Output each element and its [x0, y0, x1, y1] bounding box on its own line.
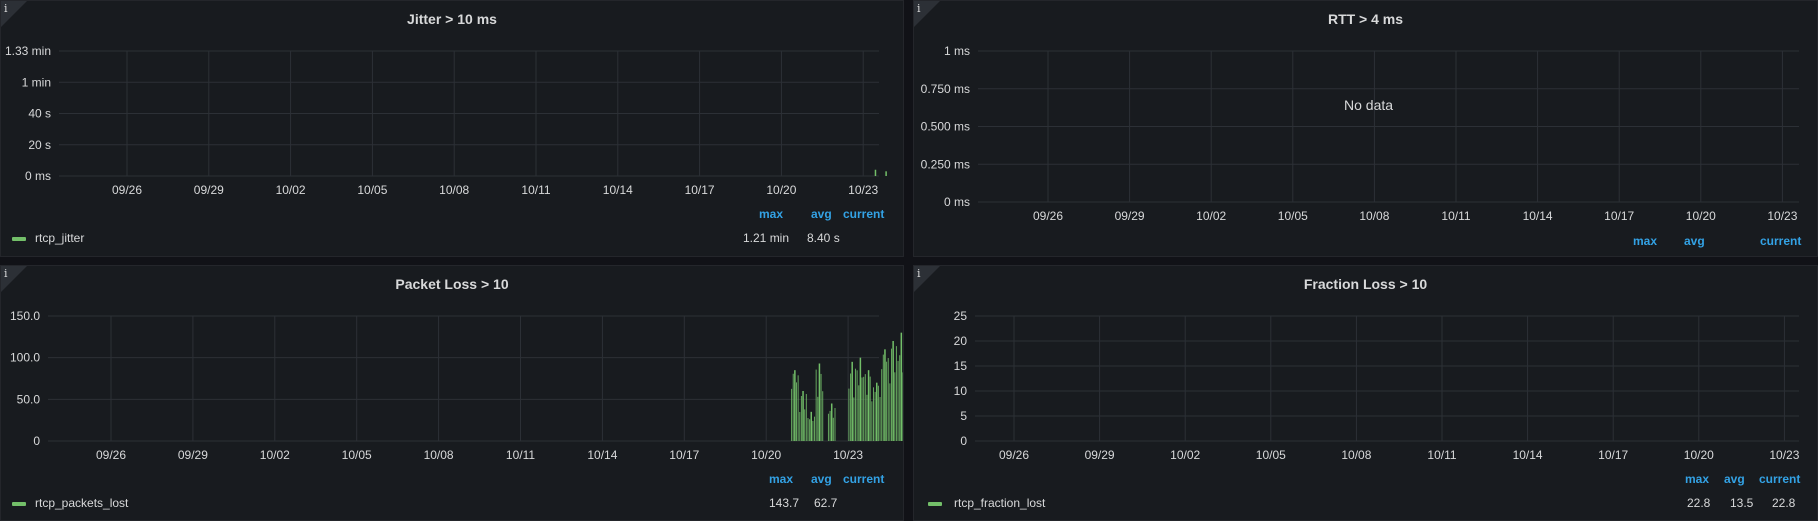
y-tick-label: 15	[954, 359, 968, 373]
x-tick-label: 10/20	[766, 183, 796, 197]
x-tick-label: 10/23	[1767, 209, 1797, 223]
legend-current-header[interactable]: current	[1760, 234, 1801, 248]
y-tick-label: 20 s	[28, 138, 51, 152]
x-tick-label: 09/29	[178, 448, 208, 462]
rtt-chart: 0 ms 0.250 ms 0.500 ms 0.750 ms 1 ms 09/26 09/…	[921, 44, 1799, 223]
legend-avg-header[interactable]: avg	[1724, 472, 1745, 486]
x-tick-label: 10/14	[1523, 209, 1553, 223]
y-tick-label: 1 ms	[944, 44, 970, 58]
x-tick-label: 09/26	[999, 448, 1029, 462]
y-tick-label: 0.250 ms	[921, 157, 970, 171]
x-tick-label: 10/02	[276, 183, 306, 197]
x-tick-label: 10/23	[1769, 448, 1799, 462]
x-tick-label: 10/17	[669, 448, 699, 462]
legend-avg-value: 62.7	[814, 496, 838, 510]
legend-max-value: 1.21 min	[743, 231, 790, 245]
rtt-panel: i RTT > 4 ms 0 ms 0.250 ms 0.500 ms 0.750 m…	[913, 0, 1818, 257]
y-tick-label: 0	[960, 434, 967, 448]
y-tick-label: 20	[954, 334, 968, 348]
x-tick-label: 10/08	[1359, 209, 1389, 223]
legend-avg-value: 8.40 s	[807, 231, 840, 245]
legend-avg-header[interactable]: avg	[811, 472, 832, 486]
x-tick-label: 10/08	[424, 448, 454, 462]
x-tick-label: 10/11	[506, 448, 535, 462]
legend-max-header[interactable]: max	[1685, 472, 1709, 486]
legend-current-value: 22.8	[1772, 496, 1796, 510]
legend-max-value: 22.8	[1687, 496, 1711, 510]
y-tick-label: 1 min	[22, 75, 51, 89]
x-tick-label: 10/23	[848, 183, 878, 197]
packet-loss-panel: i Packet Loss > 10 0 50.0 100.0 150.0 09/26 0…	[0, 265, 904, 521]
x-tick-label: 10/08	[439, 183, 469, 197]
x-tick-label: 10/11	[521, 183, 550, 197]
x-tick-label: 10/14	[603, 183, 633, 197]
series-color-swatch[interactable]	[12, 502, 26, 506]
x-tick-label: 10/17	[1598, 448, 1628, 462]
legend-max-header[interactable]: max	[1633, 234, 1657, 248]
jitter-panel: i Jitter > 10 ms 0 ms 20 s 40 s1 min 1.33 m…	[0, 0, 904, 257]
y-tick-label: 5	[960, 409, 967, 423]
series-color-swatch[interactable]	[928, 502, 942, 506]
y-tick-label: 50.0	[17, 392, 41, 406]
x-tick-label: 10/14	[587, 448, 617, 462]
x-tick-label: 10/05	[1278, 209, 1308, 223]
y-tick-label: 40 s	[28, 107, 51, 121]
x-tick-label: 10/02	[260, 448, 290, 462]
y-tick-label: 0.500 ms	[921, 120, 970, 134]
x-tick-label: 10/11	[1427, 448, 1456, 462]
x-tick-label: 10/17	[1604, 209, 1634, 223]
y-tick-label: 150.0	[10, 309, 40, 323]
series-color-swatch[interactable]	[12, 237, 26, 241]
x-tick-label: 10/08	[1341, 448, 1371, 462]
y-tick-label: 10	[954, 384, 968, 398]
x-tick-label: 10/17	[685, 183, 715, 197]
legend-max-header[interactable]: max	[769, 472, 793, 486]
y-tick-label: 0 ms	[25, 169, 51, 183]
legend-current-header[interactable]: current	[843, 472, 884, 486]
x-tick-label: 09/26	[112, 183, 142, 197]
legend-avg-value: 13.5	[1730, 496, 1754, 510]
legend-series-name[interactable]: rtcp_fraction_lost	[954, 496, 1045, 510]
legend-series-name[interactable]: rtcp_jitter	[35, 231, 84, 245]
fraction-loss-panel: i Fraction Loss > 10 0 5 10 15 20 25 09/26 09/2…	[913, 265, 1818, 521]
x-tick-label: 10/20	[1684, 448, 1714, 462]
x-tick-label: 09/29	[1085, 448, 1115, 462]
fraction-loss-chart: 0 5 10 15 20 25 09/26 09/29 10/02 10/05 10/08 10/11…	[954, 309, 1800, 462]
x-tick-label: 10/05	[342, 448, 372, 462]
x-tick-label: 10/02	[1196, 209, 1226, 223]
legend-avg-header[interactable]: avg	[811, 207, 832, 221]
x-tick-label: 09/26	[96, 448, 126, 462]
y-tick-label: 1.33 min	[5, 44, 51, 58]
x-tick-label: 10/05	[357, 183, 387, 197]
legend-avg-header[interactable]: avg	[1684, 234, 1705, 248]
legend-max-value: 143.7	[769, 496, 800, 510]
x-tick-label: 10/14	[1513, 448, 1543, 462]
y-tick-label: 0 ms	[944, 195, 970, 209]
x-tick-label: 10/23	[833, 448, 863, 462]
legend-current-header[interactable]: current	[1759, 472, 1800, 486]
x-tick-label: 10/20	[1686, 209, 1716, 223]
x-tick-label: 10/11	[1441, 209, 1470, 223]
y-tick-label: 25	[954, 309, 968, 323]
x-tick-label: 10/05	[1256, 448, 1286, 462]
no-data-message: No data	[1344, 97, 1394, 113]
y-tick-label: 0.750 ms	[921, 82, 970, 96]
dashboard-grid: i Jitter > 10 ms 0 ms 20 s 40 s1 min 1.33 m…	[0, 0, 1818, 521]
y-tick-label: 100.0	[10, 351, 40, 365]
x-tick-label: 09/29	[194, 183, 224, 197]
x-tick-label: 10/02	[1170, 448, 1200, 462]
legend-max-header[interactable]: max	[759, 207, 783, 221]
x-tick-label: 09/26	[1033, 209, 1063, 223]
legend-series-name[interactable]: rtcp_packets_lost	[35, 496, 128, 510]
x-tick-label: 09/29	[1115, 209, 1145, 223]
legend-current-header[interactable]: current	[843, 207, 884, 221]
x-tick-label: 10/20	[751, 448, 781, 462]
y-tick-label: 0	[33, 434, 40, 448]
